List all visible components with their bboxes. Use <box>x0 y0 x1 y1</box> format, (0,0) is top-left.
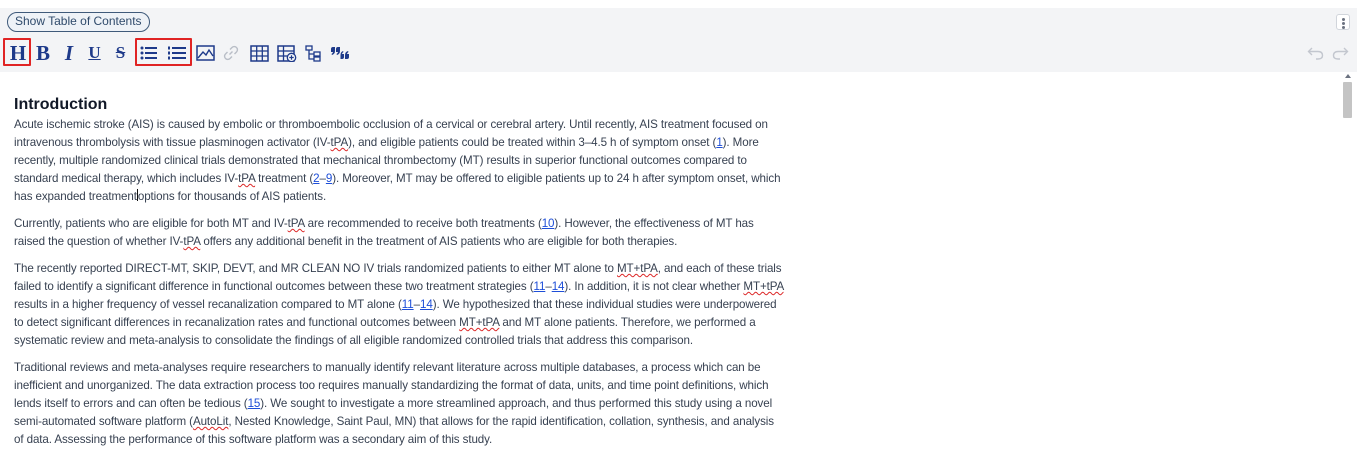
insert-link-button[interactable] <box>222 42 240 64</box>
tree-icon <box>305 44 321 62</box>
spellcheck-word: MT+tPA <box>743 280 784 293</box>
link-icon <box>223 45 239 61</box>
scrollbar-thumb[interactable] <box>1343 82 1352 118</box>
citation-link[interactable]: 10 <box>542 217 555 230</box>
text-run: ). In addition, it is not clear whether <box>564 280 744 293</box>
italic-icon: I <box>64 41 74 65</box>
paragraph-1: Acute ischemic stroke (AIS) is caused by… <box>14 116 784 206</box>
document-body[interactable]: Introduction Acute ischemic stroke (AIS)… <box>14 95 784 458</box>
strikethrough-icon: S <box>115 43 126 62</box>
spellcheck-word: tPA <box>183 235 201 248</box>
vertical-scrollbar[interactable] <box>1341 72 1357 461</box>
bold-icon: B <box>35 41 50 65</box>
strikethrough-button[interactable]: S <box>113 42 128 64</box>
bold-button[interactable]: B <box>35 42 51 64</box>
text-run: The recently reported DIRECT-MT, SKIP, D… <box>14 262 617 275</box>
insert-table-button[interactable] <box>249 42 269 64</box>
undo-icon <box>1307 47 1323 60</box>
text-run: offers any additional benefit in the tre… <box>200 235 678 248</box>
editor-header: Show Table of Contents H B I U S <box>0 8 1357 72</box>
quote-icon <box>331 47 349 59</box>
table-add-icon <box>276 44 296 62</box>
text-run: are recommended to receive both treatmen… <box>304 217 542 230</box>
spellcheck-word: MT+tPA <box>459 316 500 329</box>
text-run: results in a higher frequency of vessel … <box>14 298 402 311</box>
list-buttons-highlight-box <box>135 38 192 66</box>
heading-highlight-box <box>3 38 31 66</box>
show-toc-button[interactable]: Show Table of Contents <box>7 12 150 32</box>
text-run: Currently, patients who are eligible for… <box>14 217 288 230</box>
undo-button[interactable] <box>1306 42 1324 64</box>
paragraph-4: Traditional reviews and meta-analyses re… <box>14 359 784 449</box>
insert-image-button[interactable] <box>195 42 215 64</box>
text-run: treatment ( <box>255 172 314 185</box>
redo-icon <box>1332 47 1348 60</box>
formatting-toolbar: H B I U S <box>0 32 1357 72</box>
paragraph-3: The recently reported DIRECT-MT, SKIP, D… <box>14 260 784 350</box>
underline-button[interactable]: U <box>87 42 102 64</box>
text-run: options for thousands of AIS patients. <box>137 190 327 203</box>
scroll-up-arrow-icon[interactable] <box>1345 74 1351 78</box>
spellcheck-word: tPA <box>287 217 305 230</box>
citation-link[interactable]: 15 <box>248 397 261 410</box>
underline-icon: U <box>88 43 101 62</box>
citation-link[interactable]: 14 <box>552 280 565 293</box>
spellcheck-word: MT+tPA <box>617 262 658 275</box>
quote-button[interactable] <box>330 42 350 64</box>
table-add-button[interactable] <box>276 42 297 64</box>
more-options-icon[interactable] <box>1336 14 1350 30</box>
spellcheck-word: AutoLit <box>192 415 229 428</box>
paragraph-2: Currently, patients who are eligible for… <box>14 215 784 251</box>
section-heading: Introduction <box>14 96 108 113</box>
citation-link[interactable]: 11 <box>533 280 545 293</box>
citation-link[interactable]: 14 <box>420 298 433 311</box>
spellcheck-word: tPA <box>238 172 256 185</box>
text-run: ), and eligible patients could be treate… <box>348 136 717 149</box>
redo-button[interactable] <box>1331 42 1349 64</box>
tree-button[interactable] <box>304 42 322 64</box>
table-icon <box>249 44 269 62</box>
image-icon <box>195 45 215 61</box>
citation-link[interactable]: 11 <box>402 298 414 311</box>
spellcheck-word: tPA <box>330 136 349 149</box>
italic-button[interactable]: I <box>62 42 76 64</box>
